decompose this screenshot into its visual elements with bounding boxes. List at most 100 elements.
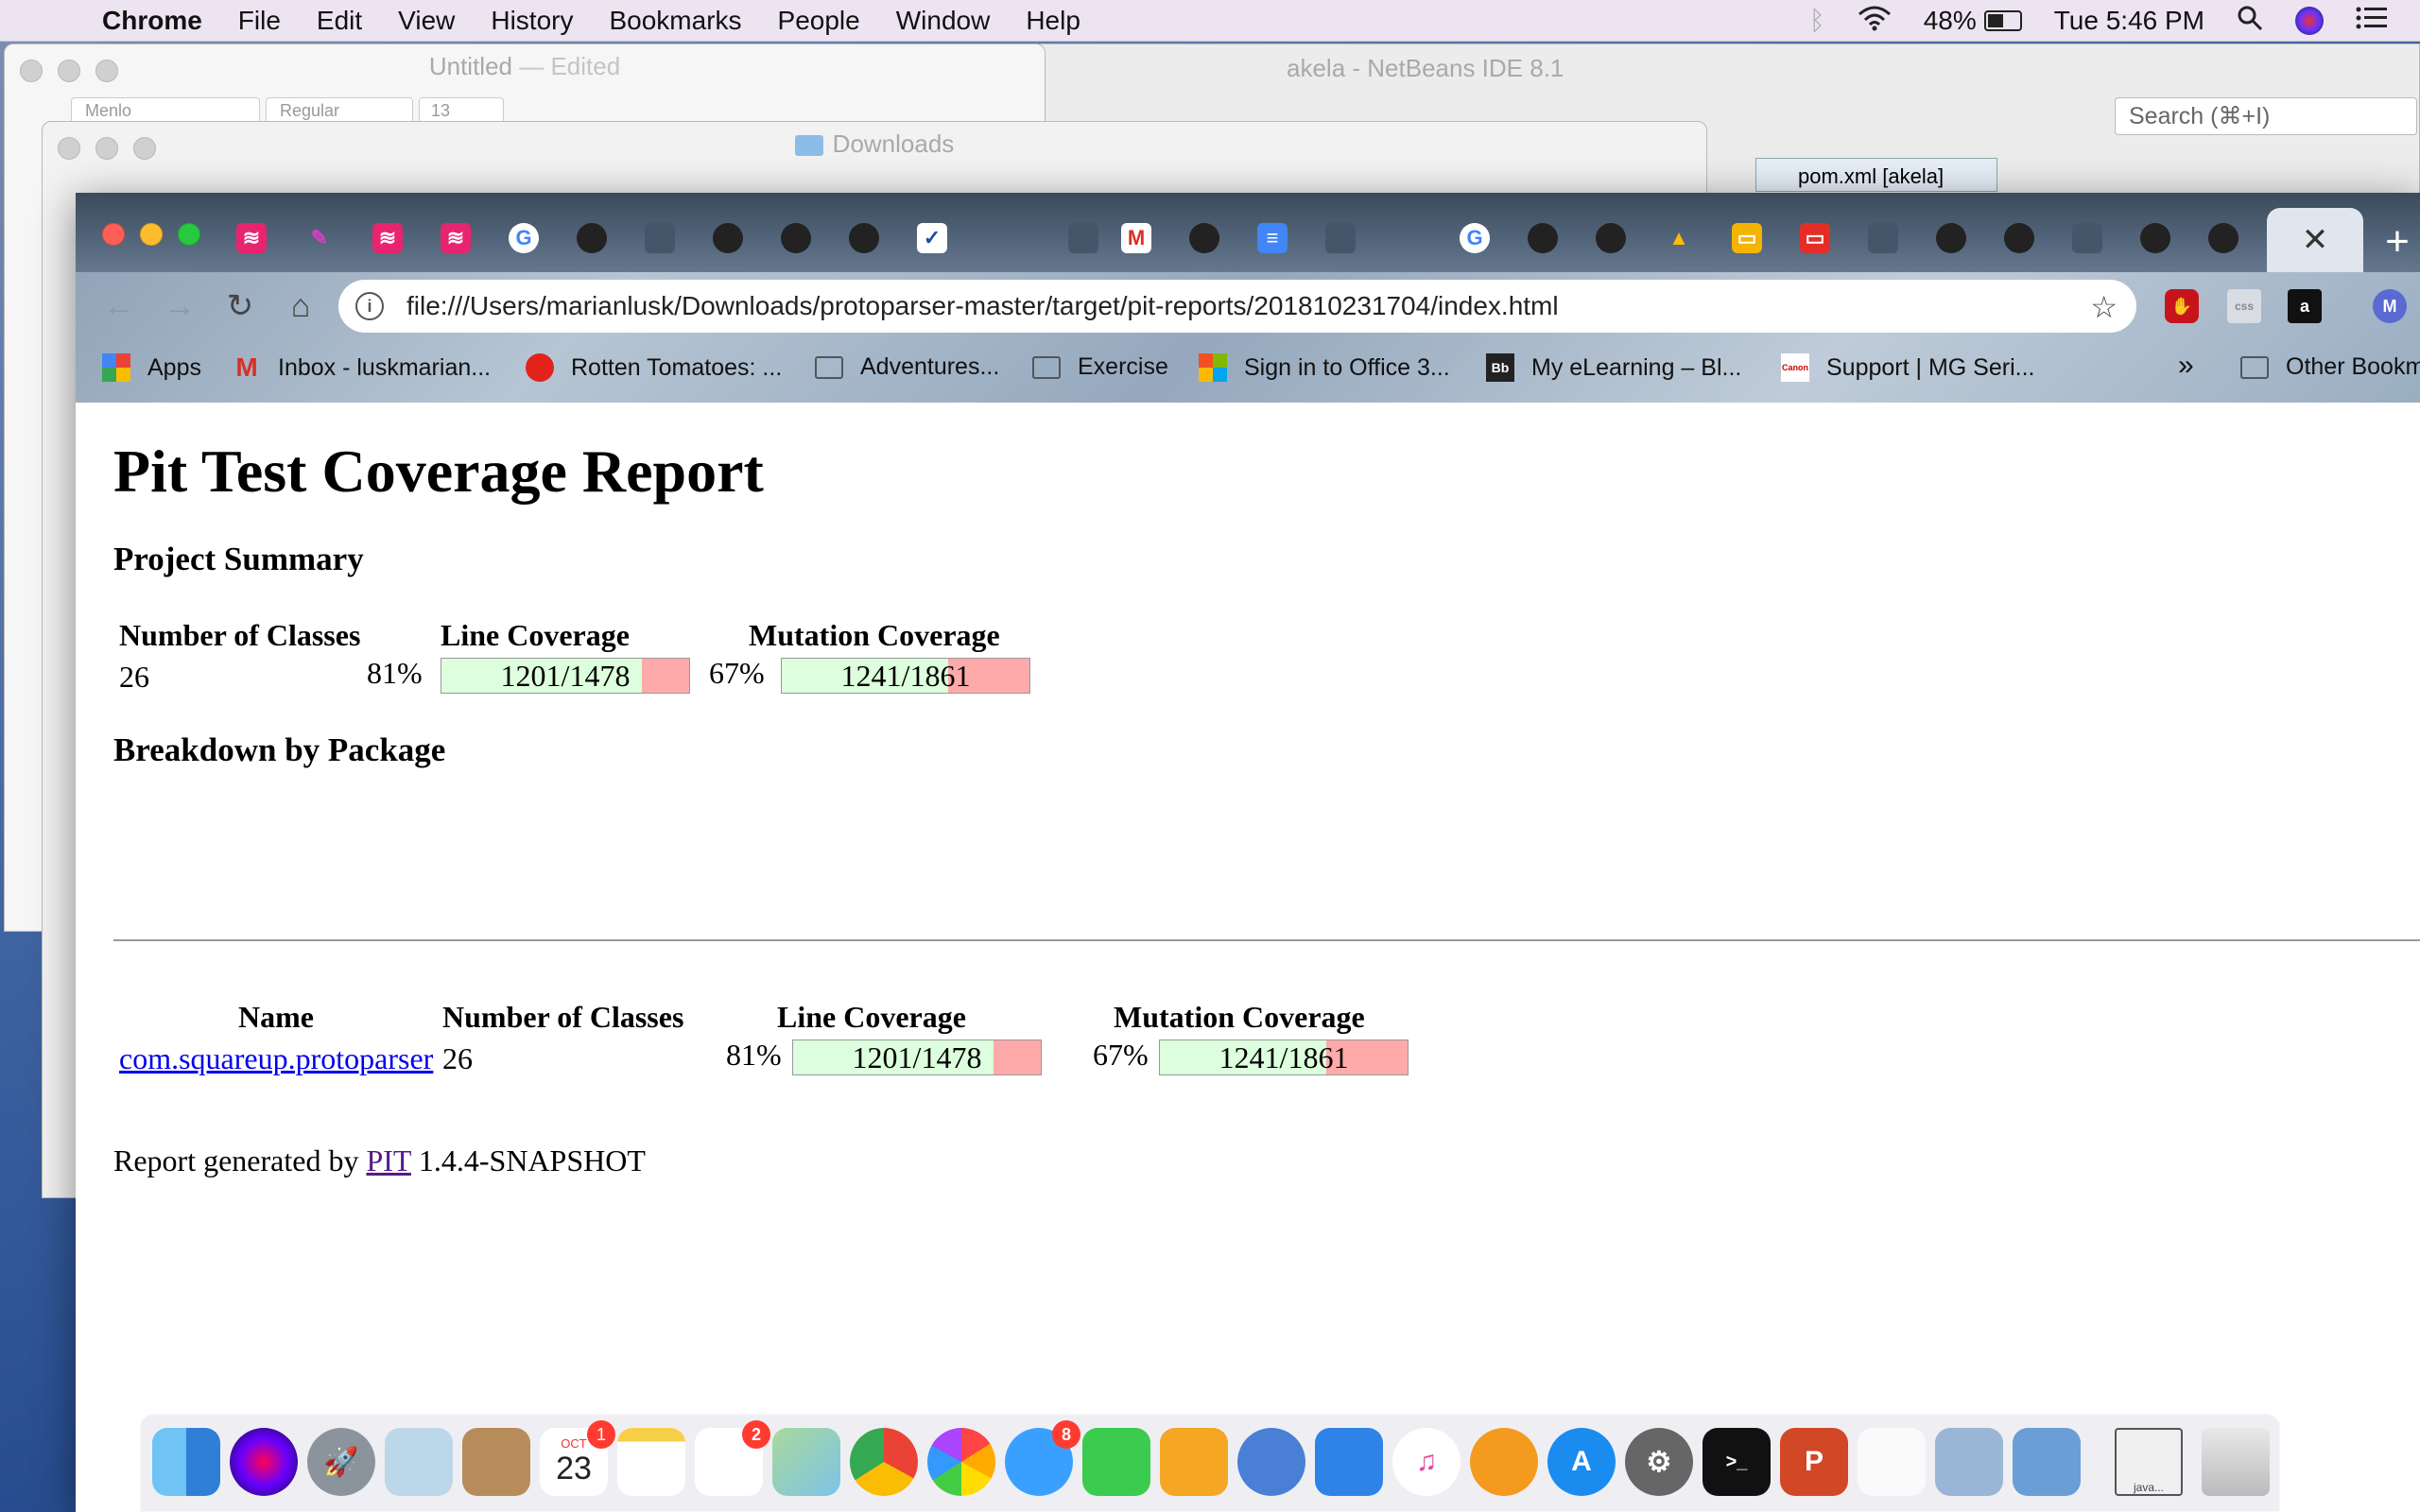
tab-icon-google-docs[interactable]: ≡: [1257, 223, 1288, 253]
menu-edit[interactable]: Edit: [317, 6, 362, 36]
bookmark-canon-support[interactable]: Canon Support | MG Seri...: [1781, 353, 2034, 382]
tab-icon-github[interactable]: [2140, 223, 2170, 253]
tab-icon-quill[interactable]: ✎: [304, 223, 335, 253]
messages-icon[interactable]: 8: [1005, 1420, 1080, 1496]
textedit-style-popup[interactable]: Regular: [266, 97, 413, 124]
siri-icon[interactable]: [230, 1428, 298, 1496]
clock[interactable]: Tue 5:46 PM: [2054, 6, 2204, 36]
new-tab-button[interactable]: +: [2375, 218, 2420, 265]
textedit-font-popup[interactable]: Menlo: [71, 97, 260, 124]
finder-icon[interactable]: [152, 1428, 220, 1496]
powerpoint-icon[interactable]: P: [1780, 1428, 1848, 1496]
contacts-icon[interactable]: [462, 1428, 530, 1496]
tab-icon-google[interactable]: G: [1460, 223, 1490, 253]
battery-status[interactable]: 48%: [1924, 6, 2022, 36]
textedit-icon[interactable]: [1858, 1428, 1926, 1496]
textedit-size-popup[interactable]: 13: [419, 97, 504, 124]
notes-icon[interactable]: [617, 1428, 685, 1496]
menu-people[interactable]: People: [778, 6, 860, 36]
amazon-extension-icon[interactable]: a: [2288, 289, 2322, 323]
bookmark-apps[interactable]: Apps: [102, 353, 201, 382]
bookmark-inbox[interactable]: M Inbox - luskmarian...: [233, 352, 491, 382]
reminders-icon[interactable]: 2: [695, 1420, 770, 1496]
3d-box-icon[interactable]: [1935, 1428, 2003, 1496]
tab-icon-github[interactable]: [781, 223, 811, 253]
itunes-icon[interactable]: ♫: [1392, 1428, 1461, 1496]
tab-icon-github[interactable]: [577, 223, 607, 253]
tab-icon-github[interactable]: [849, 223, 879, 253]
java-window-thumbnail[interactable]: java...: [2115, 1428, 2183, 1496]
tab-icon-github[interactable]: [2208, 223, 2238, 253]
chrome-dock-icon[interactable]: [850, 1428, 918, 1496]
tab-icon-github[interactable]: [713, 223, 743, 253]
tab-icon-document[interactable]: [1068, 223, 1098, 253]
tab-icon-google-slides[interactable]: ▭: [1732, 223, 1762, 253]
maps-icon[interactable]: [772, 1428, 840, 1496]
trash-icon[interactable]: [2202, 1428, 2270, 1496]
chrome-close-button[interactable]: [102, 223, 125, 246]
netbeans-editor-tab[interactable]: pom.xml [akela]: [1755, 158, 1997, 192]
siri-icon[interactable]: [2295, 7, 2324, 35]
bookmark-elearning[interactable]: Bb My eLearning – Bl...: [1486, 353, 1741, 382]
tab-icon-google-drive[interactable]: ▲: [1664, 223, 1694, 253]
tab-icon-checkbox[interactable]: ✓: [917, 223, 947, 253]
menu-view[interactable]: View: [398, 6, 455, 36]
bookmark-star-icon[interactable]: ☆: [2090, 289, 2118, 325]
tab-icon-github[interactable]: [1596, 223, 1626, 253]
tab-icon-oracle[interactable]: ▭: [1800, 223, 1830, 253]
tab-icon-document[interactable]: [1325, 223, 1356, 253]
tab-icon-github[interactable]: [1189, 223, 1219, 253]
facetime-icon[interactable]: [1082, 1428, 1150, 1496]
chrome-window[interactable]: ≋ ✎ ≋ ≋ G ✓ M ≡ G ▲ ▭ ▭ ✕ + ← → ↻ ⌂ i fi…: [76, 193, 2420, 1512]
tab-icon-github[interactable]: [1528, 223, 1558, 253]
active-tab[interactable]: ✕: [2267, 208, 2363, 272]
menu-file[interactable]: File: [238, 6, 281, 36]
menu-window[interactable]: Window: [896, 6, 991, 36]
bookmark-folder-exercise[interactable]: Exercise: [1032, 353, 1168, 381]
preview-icon[interactable]: [2013, 1428, 2081, 1496]
wifi-icon[interactable]: [1858, 5, 1892, 38]
tab-icon-document[interactable]: [645, 223, 675, 253]
bookmark-rotten-tomatoes[interactable]: Rotten Tomatoes: ...: [526, 353, 782, 382]
chat-icon[interactable]: [1237, 1428, 1305, 1496]
address-bar[interactable]: i file:///Users/marianlusk/Downloads/pro…: [338, 280, 2136, 333]
menu-help[interactable]: Help: [1026, 6, 1080, 36]
profile-avatar[interactable]: M: [2373, 289, 2407, 323]
tab-icon-stream[interactable]: ≋: [441, 223, 471, 253]
system-preferences-icon[interactable]: ⚙: [1625, 1428, 1693, 1496]
bookmark-office[interactable]: Sign in to Office 3...: [1199, 353, 1450, 382]
tab-icon-document[interactable]: [2072, 223, 2102, 253]
close-tab-icon[interactable]: ✕: [2302, 221, 2329, 259]
package-link[interactable]: com.squareup.protoparser: [119, 1041, 433, 1076]
reload-button[interactable]: ↻: [217, 284, 263, 329]
app-menu[interactable]: Chrome: [102, 6, 202, 36]
chrome-zoom-button[interactable]: [178, 223, 200, 246]
tab-icon-gmail[interactable]: M: [1121, 223, 1151, 253]
ublock-extension-icon[interactable]: ✋: [2165, 289, 2199, 323]
tab-icon-document[interactable]: [1868, 223, 1898, 253]
netbeans-search-field[interactable]: Search (⌘+I): [2115, 97, 2417, 135]
bluetooth-icon[interactable]: ᛒ: [1809, 6, 1825, 36]
site-info-icon[interactable]: i: [355, 292, 384, 320]
tab-icon-stream[interactable]: ≋: [236, 223, 267, 253]
keynote-icon[interactable]: [1315, 1428, 1383, 1496]
bookmarks-overflow-button[interactable]: »: [2178, 350, 2194, 382]
terminal-icon[interactable]: >_: [1703, 1428, 1771, 1496]
launchpad-icon[interactable]: 🚀: [307, 1428, 375, 1496]
menu-bookmarks[interactable]: Bookmarks: [609, 6, 741, 36]
bookmark-folder-adventures[interactable]: Adventures...: [815, 353, 999, 381]
ibooks-icon[interactable]: [1470, 1428, 1538, 1496]
forward-button[interactable]: →: [157, 284, 202, 329]
notification-center-icon[interactable]: [2356, 6, 2388, 37]
menu-history[interactable]: History: [491, 6, 573, 36]
spotlight-search-icon[interactable]: [2237, 5, 2263, 38]
pit-link[interactable]: PIT: [366, 1143, 410, 1177]
tab-icon-github[interactable]: [1936, 223, 1966, 253]
photos-icon[interactable]: [927, 1428, 995, 1496]
css-extension-icon[interactable]: css: [2227, 289, 2261, 323]
tab-icon-google[interactable]: G: [509, 223, 539, 253]
other-bookmarks[interactable]: Other Bookmarks: [2240, 353, 2420, 381]
back-button[interactable]: ←: [96, 284, 142, 329]
app-store-icon[interactable]: A: [1547, 1428, 1616, 1496]
tab-icon-stream[interactable]: ≋: [372, 223, 403, 253]
